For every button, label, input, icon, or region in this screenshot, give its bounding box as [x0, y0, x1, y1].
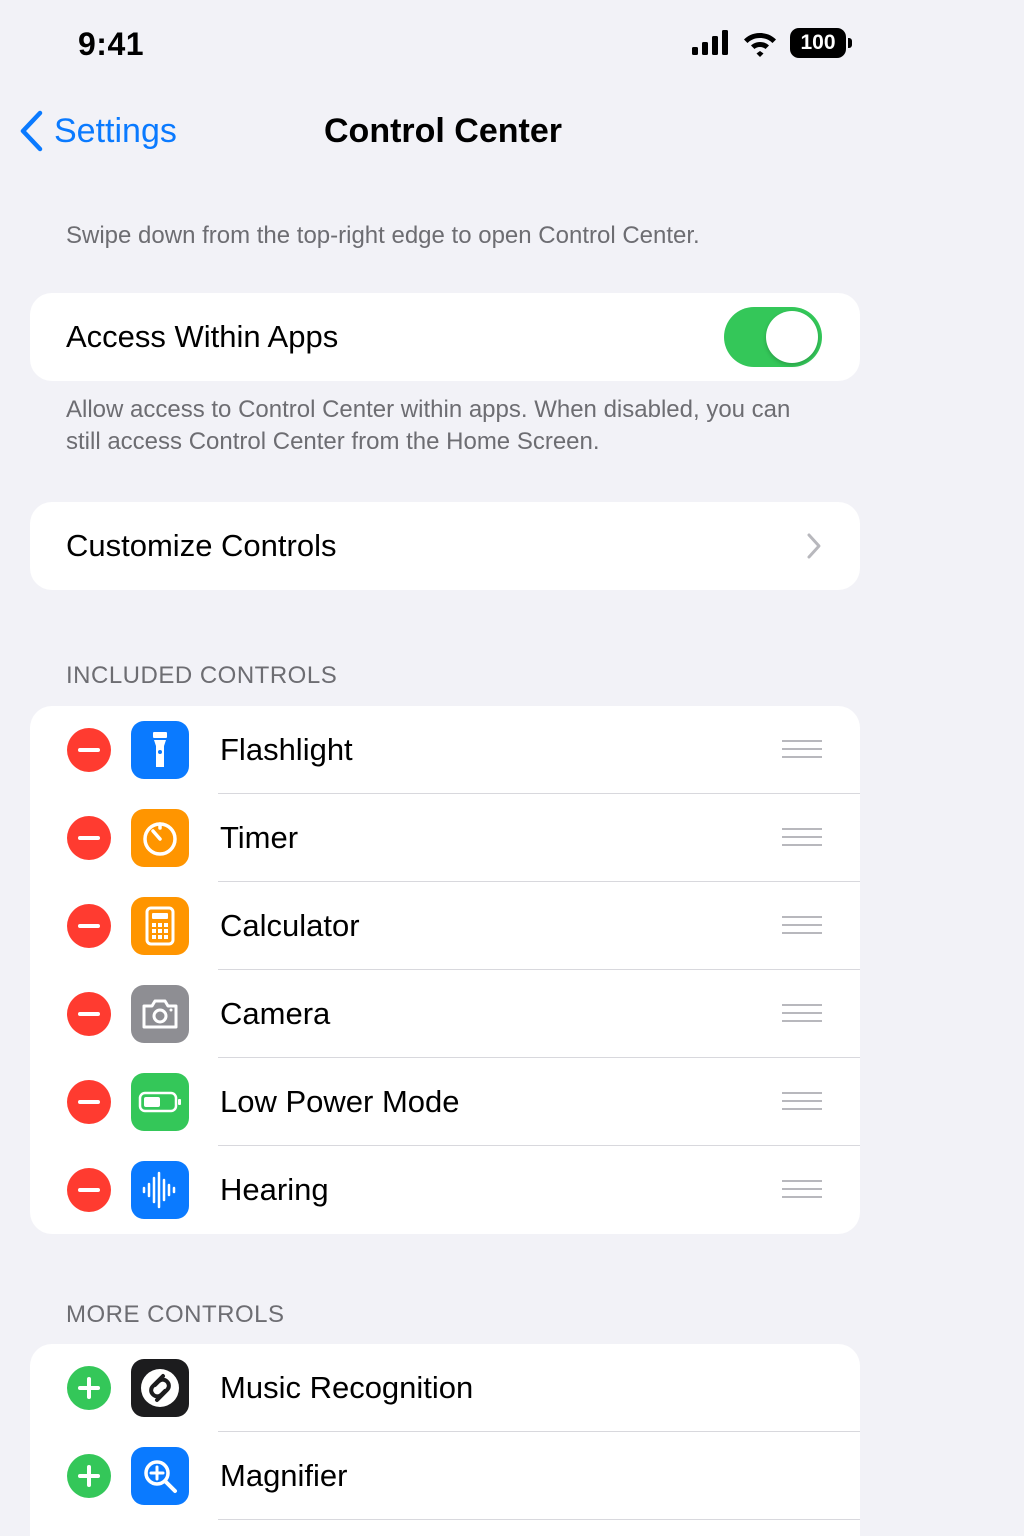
- list-item: Camera: [30, 970, 860, 1058]
- list-item: Low Power Mode: [30, 1058, 860, 1146]
- battery-level: 100: [800, 31, 836, 54]
- reorder-handle[interactable]: [782, 916, 822, 936]
- add-button[interactable]: [67, 1366, 111, 1410]
- list-item: Magnifier: [30, 1432, 860, 1520]
- status-icons: 100: [692, 28, 852, 58]
- list-item: Calculator: [30, 882, 860, 970]
- customize-controls-label: Customize Controls: [66, 528, 337, 563]
- intro-text: Swipe down from the top-right edge to op…: [66, 222, 700, 249]
- more-controls-list: Music Recognition Magnifier: [30, 1344, 860, 1536]
- add-button[interactable]: [67, 1454, 111, 1498]
- battery-icon: 100: [790, 28, 852, 58]
- list-item: Hearing: [30, 1146, 860, 1234]
- included-controls-header: INCLUDED CONTROLS: [66, 662, 338, 689]
- remove-button[interactable]: [67, 1168, 111, 1212]
- status-bar: 9:41 100: [0, 0, 880, 92]
- remove-button[interactable]: [67, 904, 111, 948]
- control-label: Low Power Mode: [220, 1084, 460, 1119]
- access-within-apps-footer: Allow access to Control Center within ap…: [66, 396, 791, 455]
- list-item: Flashlight: [30, 706, 860, 794]
- customize-controls-card[interactable]: Customize Controls: [30, 502, 860, 590]
- wifi-icon: [744, 33, 776, 57]
- flashlight-icon: [131, 721, 189, 779]
- list-item: Timer: [30, 794, 860, 882]
- shazam-icon: [131, 1359, 189, 1417]
- control-label: Camera: [220, 996, 331, 1031]
- reorder-handle[interactable]: [782, 740, 822, 760]
- magnifier-icon: [131, 1447, 189, 1505]
- reorder-handle[interactable]: [782, 1004, 822, 1024]
- reorder-handle[interactable]: [782, 1180, 822, 1200]
- remove-button[interactable]: [67, 728, 111, 772]
- control-center-settings-screen: 9:41 100 Settings Control Center Swipe d…: [0, 0, 1024, 1536]
- access-within-apps-card: Access Within Apps: [30, 293, 860, 381]
- control-label: Calculator: [220, 908, 360, 943]
- remove-button[interactable]: [67, 1080, 111, 1124]
- remove-button[interactable]: [67, 816, 111, 860]
- reorder-handle[interactable]: [782, 1092, 822, 1112]
- hearing-icon: [131, 1161, 189, 1219]
- reorder-handle[interactable]: [782, 828, 822, 848]
- access-within-apps-toggle[interactable]: [724, 307, 822, 367]
- calculator-icon: [131, 897, 189, 955]
- control-label: Flashlight: [220, 732, 353, 767]
- signal-icon: [692, 30, 728, 55]
- access-within-apps-label: Access Within Apps: [66, 319, 339, 354]
- more-controls-header: MORE CONTROLS: [66, 1301, 285, 1328]
- page-title: Control Center: [324, 112, 562, 150]
- chevron-right-icon: [807, 533, 821, 559]
- camera-icon: [131, 985, 189, 1043]
- battery-icon: [131, 1073, 189, 1131]
- control-label: Music Recognition: [220, 1370, 474, 1405]
- list-item: Music Recognition: [30, 1344, 860, 1432]
- control-label: Timer: [220, 820, 299, 855]
- remove-button[interactable]: [67, 992, 111, 1036]
- timer-icon: [131, 809, 189, 867]
- status-time: 9:41: [78, 26, 145, 62]
- included-controls-list: Flashlight Timer Calculator Camera Low P…: [30, 706, 860, 1234]
- control-label: Hearing: [220, 1172, 329, 1207]
- toggle-knob: [766, 311, 818, 363]
- customize-controls-row[interactable]: Customize Controls: [30, 502, 860, 590]
- control-label: Magnifier: [220, 1458, 348, 1493]
- access-within-apps-row: Access Within Apps: [30, 293, 860, 381]
